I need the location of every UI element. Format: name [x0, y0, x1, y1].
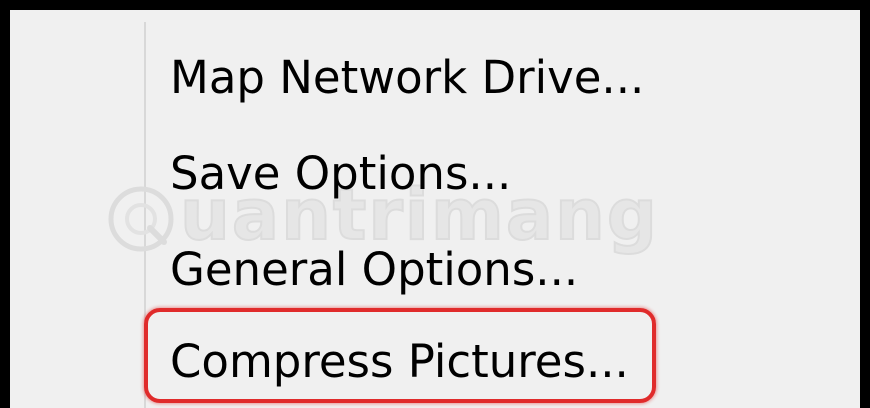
- menu-item-general-options[interactable]: General Options...: [170, 240, 578, 300]
- highlight-annotation-box: [144, 308, 656, 403]
- menu-item-map-network-drive[interactable]: Map Network Drive...: [170, 48, 644, 108]
- context-menu: uantrimang Map Network Drive... Save Opt…: [0, 0, 870, 408]
- menu-item-save-options[interactable]: Save Options...: [170, 144, 511, 204]
- watermark-logo-icon: [108, 186, 174, 252]
